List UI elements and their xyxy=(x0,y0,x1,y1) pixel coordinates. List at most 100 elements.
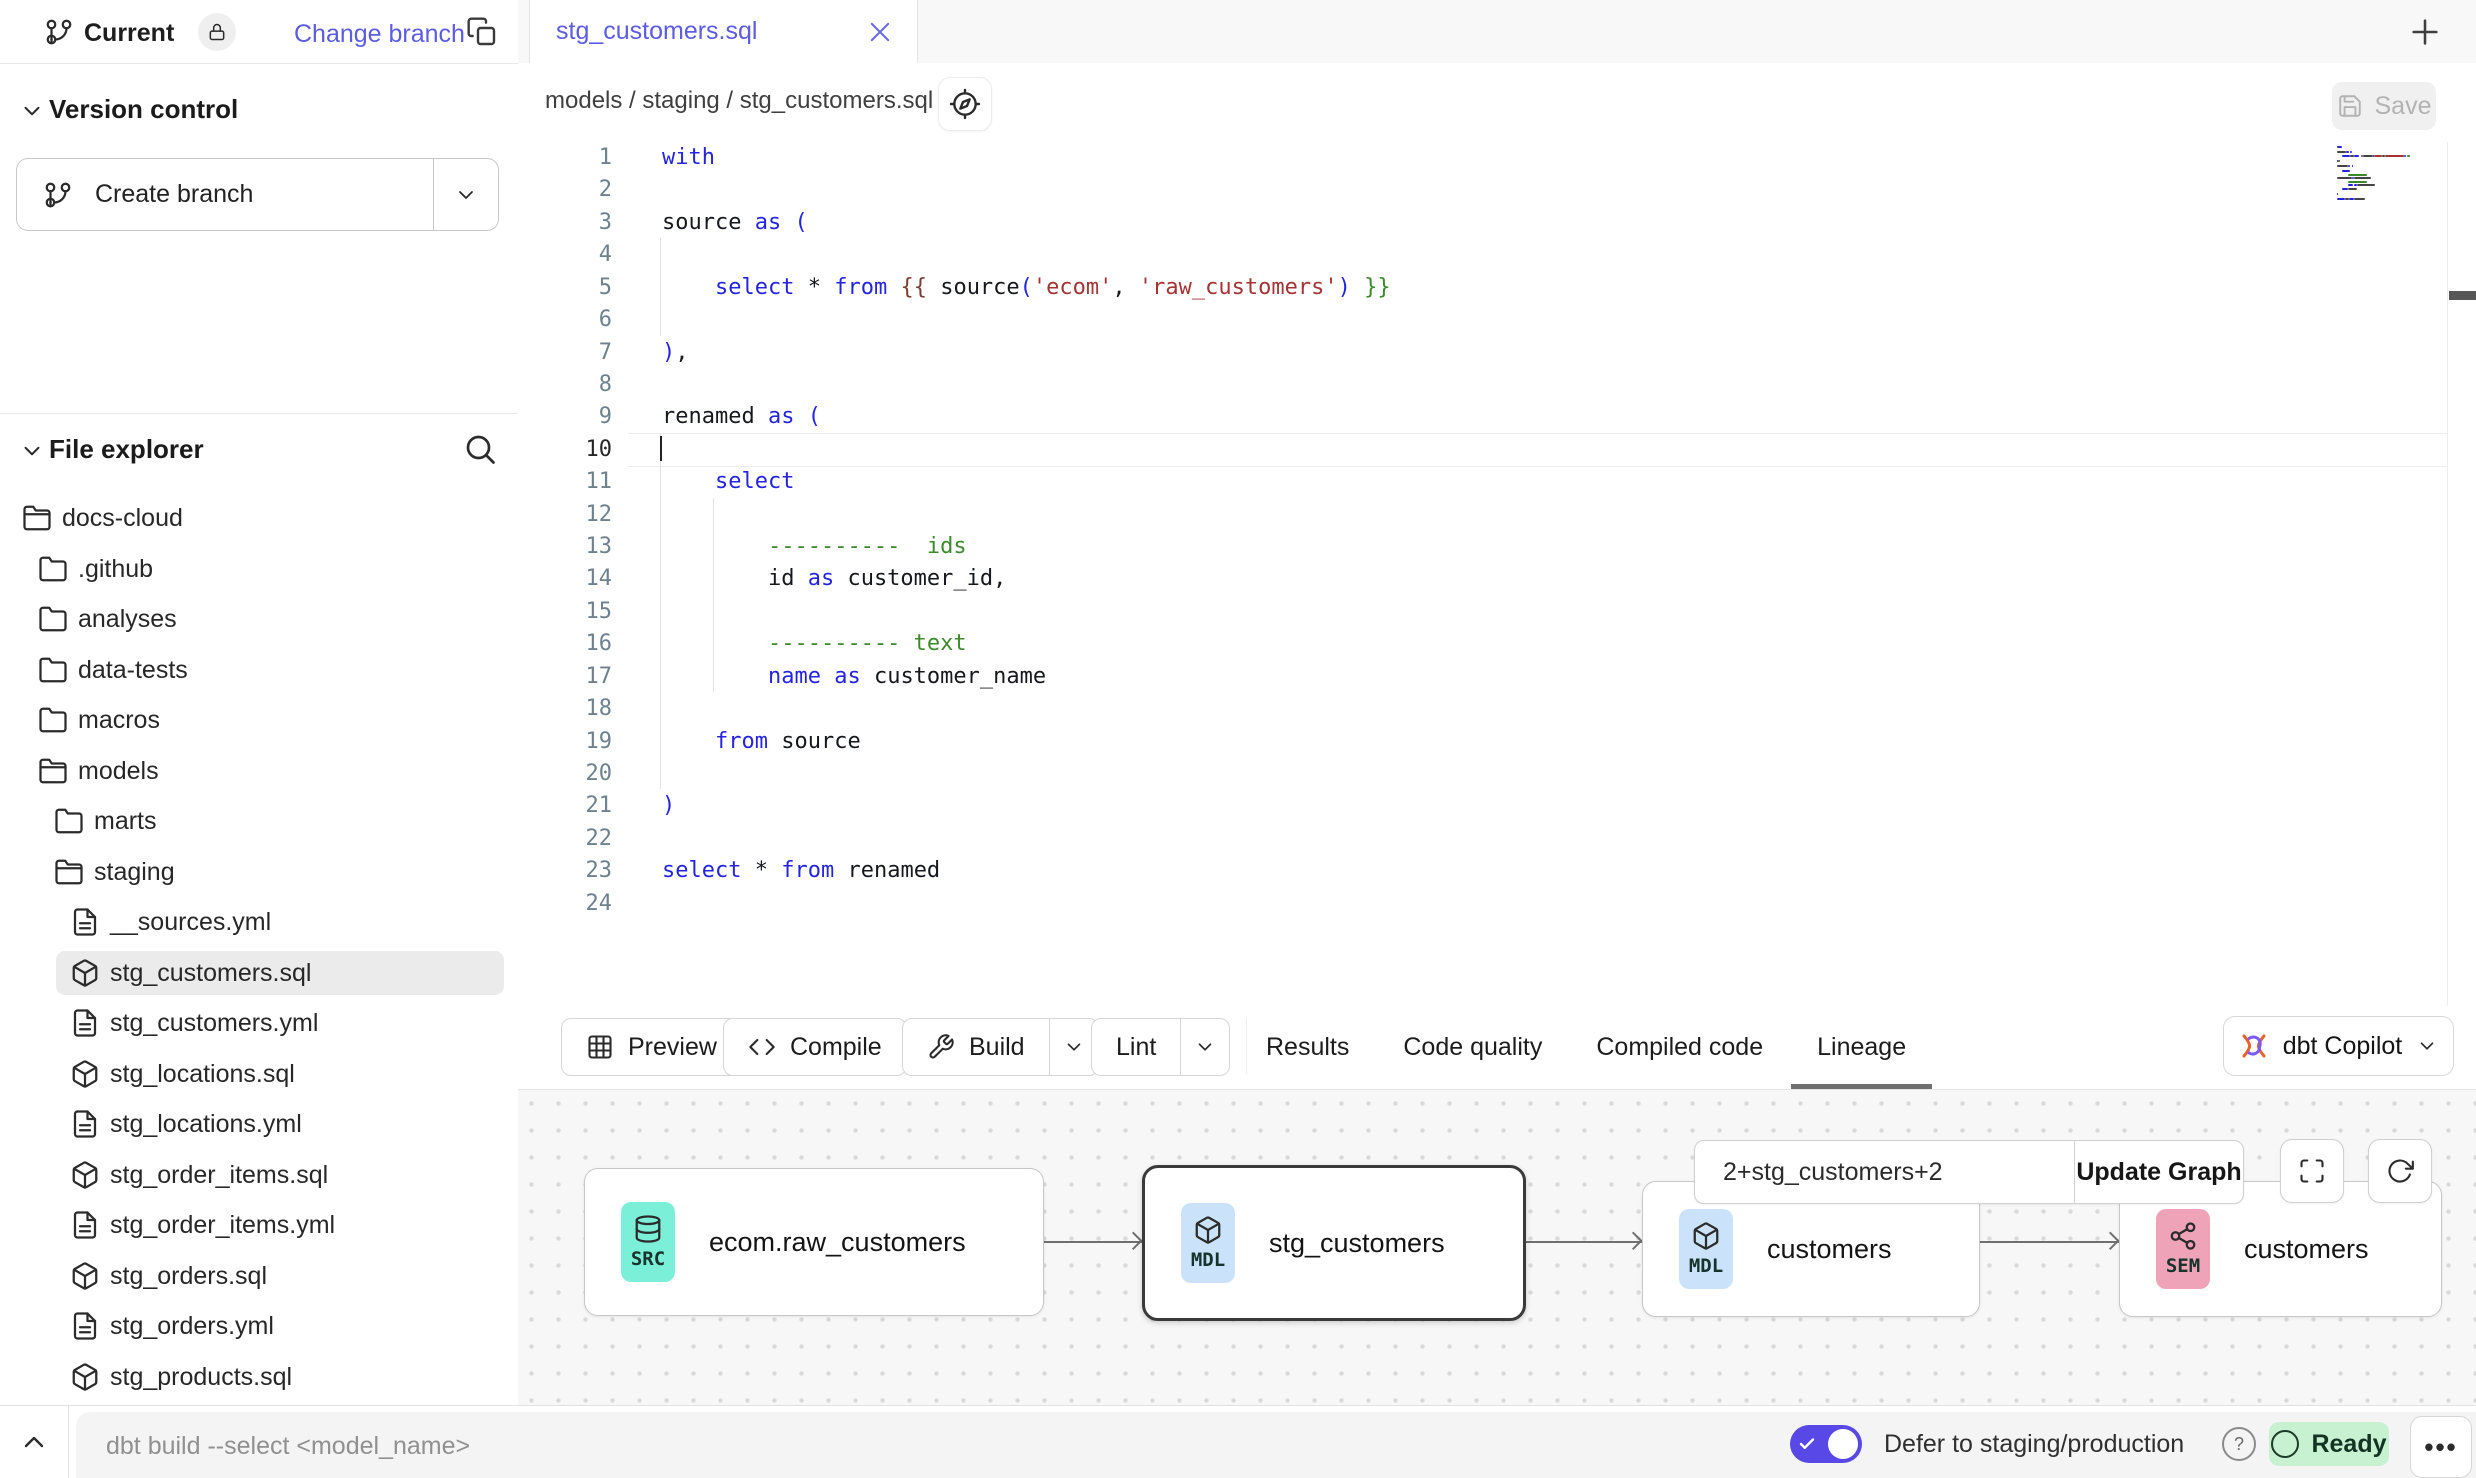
file-name: analyses xyxy=(78,605,177,634)
sidebar: Current Change branch Version control Cr… xyxy=(0,0,519,1405)
file-tree-item[interactable]: stg_locations.sql xyxy=(0,1049,518,1099)
file-tree-item[interactable]: stg_orders.yml xyxy=(0,1301,518,1351)
wrench-icon xyxy=(927,1033,955,1061)
chevron-down-icon xyxy=(454,183,478,207)
code-line: name as customer_name xyxy=(662,660,1046,693)
fullscreen-button[interactable] xyxy=(2280,1139,2344,1203)
chevron-down-icon xyxy=(1063,1036,1085,1058)
minimap-line xyxy=(2337,177,2352,179)
file-tree-item[interactable]: staging xyxy=(0,847,518,897)
file-tree-item[interactable]: __sources.yml xyxy=(0,897,518,947)
file-explorer-section-header[interactable]: File explorer xyxy=(0,430,518,470)
code-line: select xyxy=(662,465,794,498)
build-label: Build xyxy=(969,1033,1025,1062)
file-tree-item[interactable]: stg_order_items.yml xyxy=(0,1200,518,1250)
new-tab-plus-icon[interactable] xyxy=(2408,15,2442,49)
more-options-button[interactable]: ••• xyxy=(2410,1416,2472,1478)
file-icon xyxy=(70,1008,100,1038)
file-tree-item[interactable]: models xyxy=(0,746,518,796)
text-cursor xyxy=(660,436,662,461)
line-number: 15 xyxy=(518,595,612,628)
minimap-line xyxy=(2337,198,2345,200)
file-tree-item[interactable]: stg_customers.sql xyxy=(0,948,518,998)
create-branch-button[interactable]: Create branch xyxy=(16,158,499,231)
panel-tab-lineage[interactable]: Lineage xyxy=(1815,1006,1908,1089)
tab-stg-customers[interactable]: stg_customers.sql xyxy=(529,0,918,63)
version-control-section-header[interactable]: Version control xyxy=(0,90,518,130)
chevron-up-icon[interactable] xyxy=(18,1426,50,1458)
file-tree-item[interactable]: analyses xyxy=(0,594,518,644)
file-tree-item[interactable]: data-tests xyxy=(0,645,518,695)
lineage-panel[interactable]: SRCecom.raw_customersMDLstg_customersMDL… xyxy=(518,1090,2476,1405)
panel-tab-compiled-code[interactable]: Compiled code xyxy=(1594,1006,1765,1089)
file-tree-item[interactable]: marts xyxy=(0,796,518,846)
file-tree-item[interactable]: stg_locations.yml xyxy=(0,1099,518,1149)
mdl-badge: MDL xyxy=(1679,1209,1733,1289)
folder-open-icon xyxy=(54,857,84,887)
dbt-copilot-icon xyxy=(2239,1031,2269,1061)
line-number: 23 xyxy=(518,854,612,887)
copy-icon[interactable] xyxy=(466,16,498,48)
copilot-compass-button[interactable] xyxy=(938,77,992,131)
create-branch-dropdown[interactable] xyxy=(433,159,498,230)
code-editor[interactable]: 123456789101112131415161718192021222324 … xyxy=(518,142,2476,1006)
file-name: __sources.yml xyxy=(110,908,271,937)
file-tree-item[interactable]: docs-cloud xyxy=(0,493,518,543)
save-button[interactable]: Save xyxy=(2332,82,2436,130)
sem-badge: SEM xyxy=(2156,1209,2210,1289)
file-name: stg_customers.sql xyxy=(110,959,311,988)
lineage-selector-input[interactable] xyxy=(1695,1141,2074,1203)
line-number: 8 xyxy=(518,368,612,401)
file-name: macros xyxy=(78,706,160,735)
branch-lock-icon xyxy=(198,13,236,51)
lint-button[interactable]: Lint xyxy=(1091,1018,1230,1076)
lint-dropdown[interactable] xyxy=(1180,1019,1229,1075)
lineage-node-stg_customers[interactable]: MDLstg_customers xyxy=(1142,1165,1526,1321)
file-tree-item[interactable]: stg_orders.sql xyxy=(0,1251,518,1301)
search-icon[interactable] xyxy=(462,431,498,467)
lineage-selector-toolbar: Update Graph xyxy=(1694,1140,2244,1204)
file-name: .github xyxy=(78,555,153,584)
dbt-command-input[interactable] xyxy=(104,1412,1708,1478)
ready-label: Ready xyxy=(2311,1430,2386,1459)
mdl-badge: MDL xyxy=(1181,1203,1235,1283)
change-branch-link[interactable]: Change branch xyxy=(294,20,465,49)
dbt-cloud-ide: Current Change branch Version control Cr… xyxy=(0,0,2476,1478)
file-name: stg_locations.yml xyxy=(110,1110,302,1139)
minimap[interactable] xyxy=(2337,146,2425,216)
command-bar: Defer to staging/production ? Ready ••• xyxy=(76,1412,2476,1478)
file-tree-item[interactable]: stg_customers.yml xyxy=(0,998,518,1048)
code-line: ---------- text xyxy=(662,627,967,660)
result-panel-tabs: Results Code quality Compiled code Lineage xyxy=(1264,1006,1908,1089)
file-name: stg_customers.yml xyxy=(110,1009,318,1038)
compile-button[interactable]: Compile xyxy=(723,1018,907,1076)
minimap-line xyxy=(2348,165,2351,167)
minimap-line xyxy=(2374,155,2382,157)
build-button[interactable]: Build xyxy=(902,1018,1099,1076)
file-tree-item[interactable]: .github xyxy=(0,544,518,594)
node-title: customers xyxy=(1767,1234,1892,1265)
file-icon xyxy=(70,1210,100,1240)
help-icon[interactable]: ? xyxy=(2222,1427,2256,1461)
minimap-line xyxy=(2342,188,2347,190)
line-number: 6 xyxy=(518,303,612,336)
lineage-node-ecom.raw_customers[interactable]: SRCecom.raw_customers xyxy=(584,1168,1044,1316)
dbt-copilot-button[interactable]: dbt Copilot xyxy=(2223,1016,2454,1076)
minimap-line xyxy=(2363,155,2372,157)
scrollbar-thumb[interactable] xyxy=(2449,291,2476,300)
file-tree-item[interactable]: macros xyxy=(0,695,518,745)
refresh-button[interactable] xyxy=(2368,1139,2432,1203)
defer-toggle[interactable] xyxy=(1790,1425,1862,1463)
update-graph-button[interactable]: Update Graph xyxy=(2074,1141,2243,1203)
file-tree-item[interactable]: stg_order_items.sql xyxy=(0,1150,518,1200)
panel-tab-code-quality[interactable]: Code quality xyxy=(1401,1006,1544,1089)
file-tree-item[interactable]: stg_products.sql xyxy=(0,1352,518,1402)
refresh-icon xyxy=(2386,1157,2414,1185)
line-number: 18 xyxy=(518,692,612,725)
panel-tab-results[interactable]: Results xyxy=(1264,1006,1351,1089)
minimap-line xyxy=(2348,174,2368,176)
code-line: ), xyxy=(662,336,689,369)
lint-label: Lint xyxy=(1116,1033,1156,1062)
preview-button[interactable]: Preview xyxy=(561,1018,742,1076)
close-icon[interactable] xyxy=(866,18,894,46)
